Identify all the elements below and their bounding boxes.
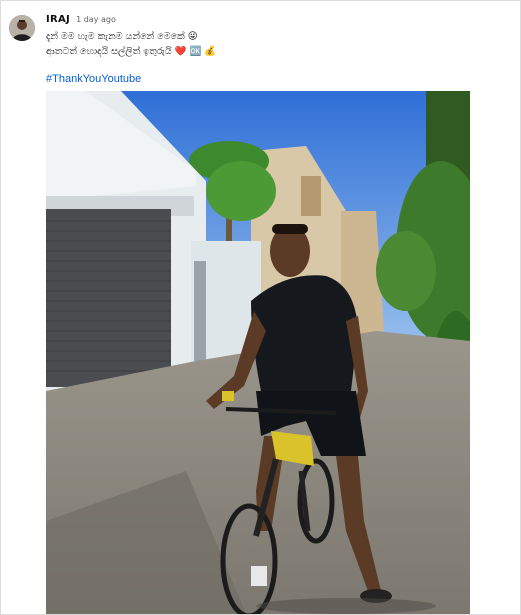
author-name[interactable]: IRAJ: [46, 14, 70, 25]
avatar-icon: [9, 15, 35, 41]
post-timestamp[interactable]: 1 day ago: [76, 15, 116, 24]
post-image-illustration: [46, 91, 470, 614]
hashtag-link[interactable]: #ThankYouYoutube: [46, 73, 141, 85]
post-header: IRAJ 1 day ago: [46, 14, 116, 28]
post-text-line-1: දැන් මම හැම කැනම යන්නේ මෙකේ 😜: [46, 31, 198, 42]
post-text-line-2: ආතටත් හොදයි සල්ලිත් ඉතුරුයි ❤️ 🆗 💰: [46, 46, 217, 57]
post-image[interactable]: [46, 91, 470, 614]
author-avatar[interactable]: [9, 15, 35, 41]
post-body: දැන් මම හැම කැනම යන්නේ මෙකේ 😜 ආතටත් හොදය…: [46, 29, 486, 59]
community-post: IRAJ 1 day ago දැන් මම හැම කැනම යන්නේ මෙ…: [0, 0, 521, 615]
